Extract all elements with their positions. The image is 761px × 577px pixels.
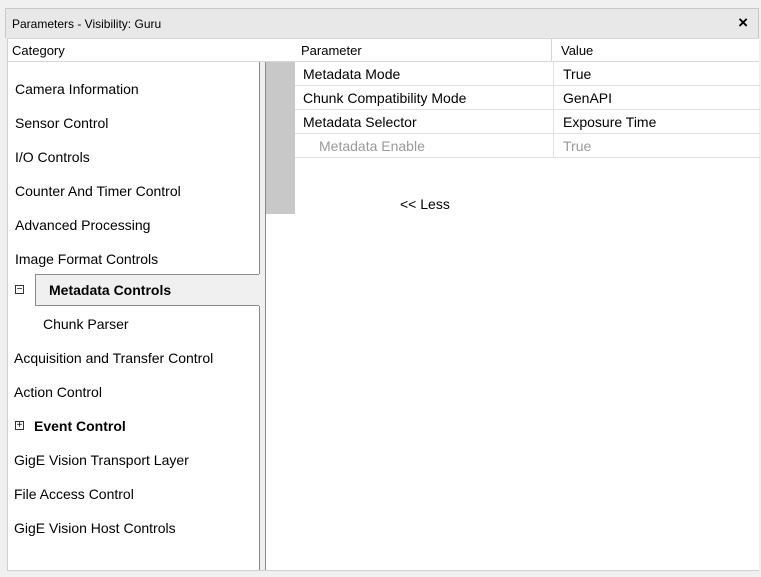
category-counter-timer[interactable]: Counter And Timer Control [8, 174, 181, 208]
column-separator [553, 134, 554, 158]
category-acquisition-transfer[interactable]: Acquisition and Transfer Control [7, 341, 213, 375]
category-chunk-parser[interactable]: Chunk Parser [7, 307, 129, 341]
expand-icon[interactable]: + [15, 421, 24, 431]
param-row-chunk-compatibility[interactable]: Chunk Compatibility Mode GenAPI [295, 86, 760, 110]
category-header-label: Category [12, 43, 65, 58]
category-advanced-processing[interactable]: Advanced Processing [8, 208, 150, 242]
param-value[interactable]: Exposure Time [563, 114, 656, 130]
category-file-access[interactable]: File Access Control [7, 477, 134, 511]
category-event-control[interactable]: + Event Control [7, 409, 126, 443]
category-sensor-control[interactable]: Sensor Control [8, 106, 108, 140]
parameters-window: Parameters - Visibility: Guru × Category… [0, 0, 761, 577]
param-value: True [563, 138, 592, 154]
param-row-metadata-enable[interactable]: Metadata Enable True [295, 134, 760, 158]
less-button[interactable]: << Less [400, 196, 450, 212]
param-row-metadata-mode[interactable]: Metadata Mode True [295, 62, 760, 86]
column-separator [553, 86, 554, 110]
parameter-column-header[interactable]: Parameter Value [265, 38, 759, 62]
category-label: Counter And Timer Control [15, 183, 181, 199]
panel-divider [259, 62, 260, 274]
value-header-label: Value [561, 43, 594, 58]
parameter-header-label: Parameter [301, 43, 362, 58]
category-image-format[interactable]: Image Format Controls [8, 242, 158, 276]
category-label: Sensor Control [15, 115, 109, 131]
param-name: Metadata Mode [303, 66, 401, 82]
parameter-grid: Metadata Mode True Chunk Compatibility M… [265, 62, 760, 570]
category-label: GigE Vision Host Controls [14, 520, 176, 536]
param-value[interactable]: True [563, 66, 591, 82]
category-label: Action Control [14, 384, 102, 400]
close-icon[interactable]: × [738, 13, 748, 33]
header-divider[interactable] [551, 39, 552, 61]
category-label: Advanced Processing [15, 217, 151, 233]
category-label: Image Format Controls [15, 251, 159, 267]
category-label: Event Control [34, 418, 126, 434]
param-row-metadata-selector[interactable]: Metadata Selector Exposure Time [295, 110, 760, 134]
param-name: Metadata Enable [319, 138, 425, 154]
category-label: Chunk Parser [43, 316, 129, 332]
category-label: I/O Controls [15, 149, 90, 165]
category-label: File Access Control [14, 486, 134, 502]
param-name: Metadata Selector [303, 114, 417, 130]
category-gige-transport[interactable]: GigE Vision Transport Layer [7, 443, 189, 477]
title-bar[interactable]: Parameters - Visibility: Guru × [5, 8, 759, 38]
category-gige-host[interactable]: GigE Vision Host Controls [7, 511, 176, 545]
category-label: GigE Vision Transport Layer [14, 452, 189, 468]
param-value[interactable]: GenAPI [563, 90, 612, 106]
category-column-header[interactable]: Category [7, 38, 265, 62]
panel-divider [259, 306, 260, 570]
category-io-controls[interactable]: I/O Controls [8, 140, 90, 174]
category-label: Acquisition and Transfer Control [14, 350, 214, 366]
param-name: Chunk Compatibility Mode [303, 90, 467, 106]
collapse-icon[interactable]: − [15, 285, 24, 295]
column-separator [553, 110, 554, 134]
category-camera-information[interactable]: Camera Information [8, 72, 139, 106]
row-gutter [266, 62, 295, 214]
category-label: Metadata Controls [49, 282, 172, 298]
column-separator [553, 62, 554, 86]
category-metadata-controls[interactable]: − Metadata Controls [7, 273, 259, 307]
window-title: Parameters - Visibility: Guru [12, 17, 162, 31]
category-label: Camera Information [15, 81, 139, 97]
category-action-control[interactable]: Action Control [7, 375, 102, 409]
